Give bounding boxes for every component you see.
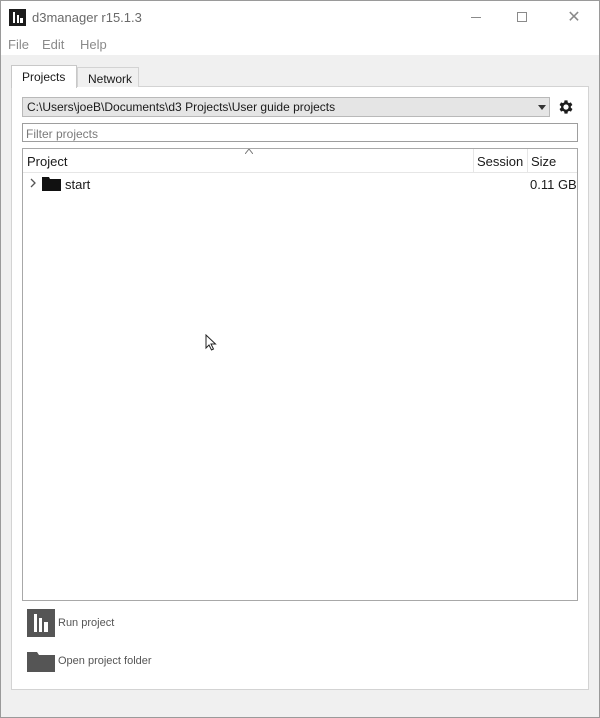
d3manager-window: d3manager r15.1.3 ✕ File Edit Help Proje… (0, 0, 600, 718)
menu-file[interactable]: File (8, 37, 29, 52)
menu-bar: File Edit Help (1, 33, 599, 55)
projects-path-select[interactable]: C:\Users\joeB\Documents\d3 Projects\User… (22, 97, 550, 117)
filter-projects-input[interactable] (22, 123, 578, 142)
tab-network[interactable]: Network (77, 67, 139, 87)
column-divider (473, 149, 474, 173)
minimize-button[interactable] (453, 1, 499, 33)
open-project-folder-label: Open project folder (58, 655, 152, 667)
title-bar[interactable]: d3manager r15.1.3 ✕ (1, 1, 599, 33)
open-project-folder-button[interactable]: Open project folder (27, 647, 227, 675)
projects-table: Project Session Size start 0.11 GB (22, 148, 578, 601)
run-project-label: Run project (58, 617, 115, 629)
tab-projects[interactable]: Projects (11, 65, 77, 88)
column-divider (527, 149, 528, 173)
close-icon: ✕ (567, 9, 581, 26)
menu-edit[interactable]: Edit (42, 37, 64, 52)
gear-icon[interactable] (557, 98, 575, 116)
folder-icon (27, 652, 55, 672)
project-size: 0.11 GB (530, 177, 577, 192)
projects-path-value: C:\Users\joeB\Documents\d3 Projects\User… (27, 100, 336, 114)
minimize-icon (471, 16, 481, 18)
close-button[interactable]: ✕ (551, 1, 597, 33)
table-header: Project Session Size (23, 149, 577, 173)
chevron-right-icon[interactable] (29, 178, 37, 188)
maximize-button[interactable] (499, 1, 545, 33)
column-header-project[interactable]: Project (27, 154, 67, 169)
d3-logo-icon (9, 9, 26, 26)
menu-help[interactable]: Help (80, 37, 107, 52)
maximize-icon (517, 12, 527, 22)
sort-ascending-icon (245, 149, 253, 154)
run-project-button[interactable]: Run project (27, 609, 227, 637)
column-header-session[interactable]: Session (477, 154, 523, 169)
table-row[interactable]: start 0.11 GB (23, 174, 577, 194)
dropdown-arrow-icon (538, 105, 546, 110)
mouse-cursor-icon (205, 334, 217, 351)
column-header-size[interactable]: Size (531, 154, 556, 169)
window-title: d3manager r15.1.3 (32, 10, 142, 25)
folder-icon (42, 177, 61, 191)
d3-logo-icon (27, 609, 55, 637)
project-name: start (65, 177, 91, 192)
